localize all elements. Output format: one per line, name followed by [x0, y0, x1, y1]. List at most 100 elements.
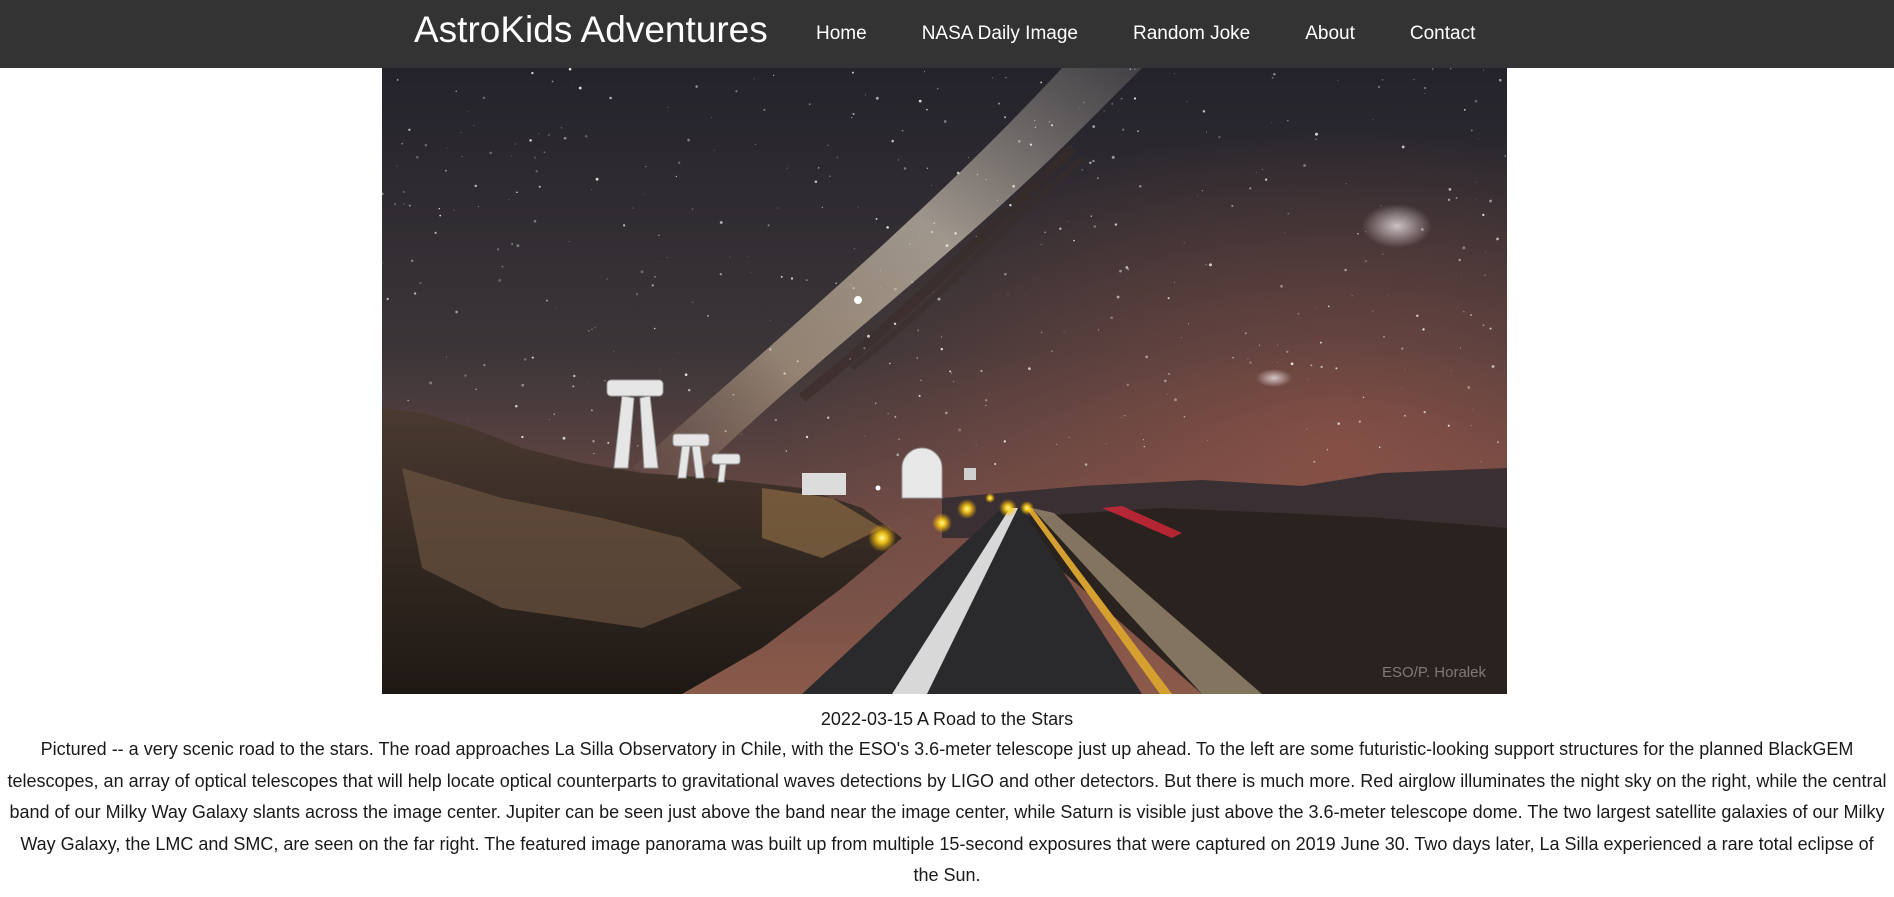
star	[1458, 258, 1461, 262]
star	[785, 450, 788, 452]
star	[407, 399, 409, 402]
star	[482, 96, 486, 100]
star	[1401, 387, 1402, 389]
star	[429, 381, 433, 385]
star	[1489, 199, 1493, 203]
star	[836, 156, 839, 159]
star	[1092, 159, 1095, 163]
star	[741, 433, 743, 435]
nav-about-link[interactable]: About	[1305, 23, 1355, 45]
star	[1277, 344, 1278, 346]
star	[1183, 242, 1185, 244]
star	[805, 435, 809, 439]
star	[1383, 336, 1385, 338]
star	[719, 221, 723, 224]
star	[1357, 232, 1359, 235]
star	[1335, 367, 1338, 370]
star	[985, 178, 987, 181]
star	[926, 108, 928, 111]
star	[591, 328, 593, 330]
star	[1126, 383, 1130, 387]
star	[498, 278, 502, 282]
star	[1313, 460, 1316, 464]
star	[687, 138, 690, 142]
star	[588, 330, 590, 332]
star	[538, 132, 540, 134]
lmc-galaxy	[1362, 204, 1432, 248]
star	[453, 209, 455, 211]
star	[1142, 439, 1145, 441]
star	[863, 347, 866, 350]
star	[439, 214, 442, 217]
star	[909, 243, 911, 246]
image-credit: ESO/P. Horalek	[1382, 664, 1486, 681]
top-navbar: AstroKids Adventures Home NASA Daily Ima…	[0, 0, 1894, 68]
star	[953, 381, 955, 383]
star	[893, 322, 897, 326]
star	[944, 411, 948, 415]
star	[827, 144, 829, 147]
star	[1297, 312, 1300, 315]
nav-random-joke-link[interactable]: Random Joke	[1133, 23, 1250, 45]
star	[474, 184, 478, 188]
star	[1280, 284, 1283, 288]
star	[1265, 178, 1268, 181]
star	[632, 207, 634, 209]
star	[1187, 323, 1190, 325]
star	[1327, 305, 1330, 308]
nav-contact-link[interactable]: Contact	[1410, 23, 1475, 45]
star	[1028, 367, 1031, 371]
nav-home-link[interactable]: Home	[816, 23, 867, 45]
star	[1381, 79, 1384, 81]
star	[393, 202, 397, 206]
star	[1174, 282, 1175, 283]
star	[916, 357, 918, 359]
star	[1489, 327, 1492, 330]
star	[753, 78, 755, 80]
star	[654, 275, 656, 278]
star	[849, 358, 851, 360]
star	[460, 132, 462, 134]
star	[1362, 396, 1365, 399]
star	[560, 127, 563, 129]
star	[976, 173, 979, 176]
star	[769, 319, 771, 321]
star	[997, 102, 1001, 105]
star	[468, 420, 470, 421]
star	[1270, 122, 1272, 124]
star	[1232, 356, 1234, 359]
star	[1475, 199, 1477, 200]
star	[851, 116, 853, 119]
star	[1450, 68, 1452, 70]
star	[777, 207, 779, 209]
star	[1271, 76, 1274, 79]
star	[1382, 253, 1384, 255]
star	[571, 82, 573, 84]
star	[464, 374, 467, 377]
star	[1315, 138, 1317, 141]
star	[455, 90, 457, 93]
star	[446, 147, 447, 149]
star	[1083, 101, 1085, 104]
star	[1273, 73, 1276, 76]
star	[898, 438, 901, 441]
star	[1209, 263, 1212, 267]
star	[1326, 448, 1329, 451]
star	[1447, 198, 1451, 201]
site-brand[interactable]: AstroKids Adventures	[414, 8, 768, 52]
star	[1231, 204, 1234, 207]
star	[1348, 390, 1350, 392]
star	[1081, 168, 1084, 171]
nav-nasa-daily-image-link[interactable]: NASA Daily Image	[922, 23, 1078, 45]
apod-title: 2022-03-15 A Road to the Stars	[820, 709, 1074, 729]
star	[1459, 347, 1462, 349]
star	[1378, 446, 1381, 448]
star	[783, 372, 786, 375]
star	[419, 282, 422, 285]
star	[1422, 328, 1425, 331]
star	[445, 169, 447, 172]
star	[1197, 195, 1198, 197]
star	[1040, 243, 1042, 245]
star	[1073, 239, 1075, 242]
star	[461, 156, 463, 158]
